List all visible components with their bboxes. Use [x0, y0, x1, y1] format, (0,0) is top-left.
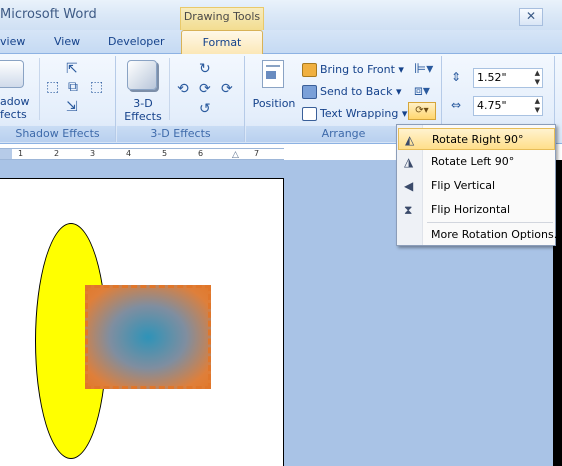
rotate-button[interactable]: ⟳▾	[408, 102, 436, 120]
shadow-on-off-icon[interactable]: ⧉	[68, 80, 78, 94]
tab-developer[interactable]: Developer	[108, 35, 165, 48]
shadow-effects-group: adow fects ⇱ ⬚ ⧉ ⬚ ⇲ Shadow Effects	[0, 56, 116, 142]
ribbon-tabs: view View Developer Format	[0, 30, 562, 55]
shape-width-input[interactable]: 4.75" ▲ ▼	[473, 96, 543, 116]
flip-vertical-item[interactable]: ◀ Flip Vertical	[398, 175, 555, 197]
tab-view[interactable]: View	[54, 35, 80, 48]
3d-effects-icon[interactable]	[127, 60, 157, 90]
gradient-rectangle-shape[interactable]	[85, 285, 211, 389]
shadow-effects-label-1[interactable]: adow	[0, 96, 34, 108]
menu-separator	[427, 222, 553, 223]
nudge-shadow-down-icon[interactable]: ⇲	[66, 100, 78, 114]
shape-height-input[interactable]: 1.52" ▲ ▼	[473, 68, 543, 88]
close-icon[interactable]: ✕	[519, 8, 543, 26]
3d-effects-label-1[interactable]: 3-D	[121, 98, 165, 110]
send-to-back-button[interactable]: Send to Back ▾	[302, 83, 401, 101]
nudge-shadow-left-icon[interactable]: ⬚	[46, 80, 59, 94]
3d-effects-group: 3-D Effects ↻ ⟲ ⟳ ⟳ ↺ 3-D Effects	[117, 56, 245, 142]
ruler-margin	[0, 149, 12, 159]
align-icon[interactable]: ⊫▾	[414, 62, 433, 76]
3d-effects-label-2[interactable]: Effects	[121, 111, 165, 123]
divider	[39, 58, 40, 120]
app-title: Microsoft Word	[0, 7, 97, 22]
text-wrapping-button[interactable]: Text Wrapping ▾	[302, 105, 407, 123]
document-page[interactable]	[0, 178, 284, 466]
position-button[interactable]: Position	[250, 98, 298, 110]
shadow-effects-label-2[interactable]: fects	[0, 109, 34, 121]
bring-to-front-icon	[302, 63, 317, 77]
indent-marker-icon[interactable]: △	[232, 150, 239, 160]
group-icon[interactable]: ⧈▾	[414, 84, 430, 98]
drawing-tools-tab-group: Drawing Tools	[180, 7, 264, 30]
ruler-mark: 6	[198, 149, 204, 158]
shape-width-icon: ⇔	[451, 98, 462, 112]
flip-horizontal-icon: ⧗	[404, 203, 413, 217]
rotate-right-item[interactable]: ◭ Rotate Right 90°	[398, 128, 555, 150]
send-to-back-icon	[302, 85, 317, 99]
nudge-shadow-up-icon[interactable]: ⇱	[66, 62, 78, 76]
rotate-menu: ◭ Rotate Right 90° ◮ Rotate Left 90° ◀ F…	[396, 124, 562, 246]
tilt-down-icon[interactable]: ↺	[199, 102, 211, 116]
ruler-mark: 5	[162, 149, 168, 158]
bring-to-front-button[interactable]: Bring to Front ▾	[302, 61, 404, 79]
flip-horizontal-item[interactable]: ⧗ Flip Horizontal	[398, 199, 555, 221]
rotate-left-icon: ◮	[404, 155, 414, 169]
ruler-mark: 3	[90, 149, 96, 158]
width-spinner-icon[interactable]: ▲ ▼	[535, 97, 540, 115]
tilt-right-icon[interactable]: ⟳	[221, 82, 233, 96]
tilt-up-icon[interactable]: ↻	[199, 62, 211, 76]
tab-format[interactable]: Format	[181, 30, 263, 55]
ruler-mark: 4	[126, 149, 132, 158]
shadow-effects-group-label: Shadow Effects	[0, 126, 115, 142]
3d-on-off-icon[interactable]: ⟳	[199, 82, 211, 96]
tab-review[interactable]: view	[0, 35, 25, 48]
divider	[169, 58, 170, 120]
rotate-left-item[interactable]: ◮ Rotate Left 90°	[398, 151, 555, 173]
rotate-right-icon: ◭	[405, 133, 415, 147]
ruler-mark: 1	[18, 149, 24, 158]
flip-vertical-icon: ◀	[404, 179, 414, 193]
position-icon[interactable]	[262, 60, 284, 88]
shadow-effects-icon[interactable]	[0, 60, 24, 88]
3d-effects-group-label: 3-D Effects	[117, 126, 244, 142]
ruler-mark: 2	[54, 149, 60, 158]
nudge-shadow-right-icon[interactable]: ⬚	[90, 80, 103, 94]
height-spinner-icon[interactable]: ▲ ▼	[535, 69, 540, 87]
shape-height-icon: ⇕	[451, 70, 462, 84]
text-wrapping-icon	[302, 107, 317, 121]
more-rotation-options-item[interactable]: More Rotation Options...	[398, 224, 562, 246]
title-bar: Microsoft Word Drawing Tools ✕	[0, 0, 562, 30]
horizontal-ruler[interactable]: 1 2 3 4 5 6 7 △	[0, 148, 284, 160]
ruler-mark: 7	[254, 149, 260, 158]
tilt-left-icon[interactable]: ⟲	[177, 82, 189, 96]
